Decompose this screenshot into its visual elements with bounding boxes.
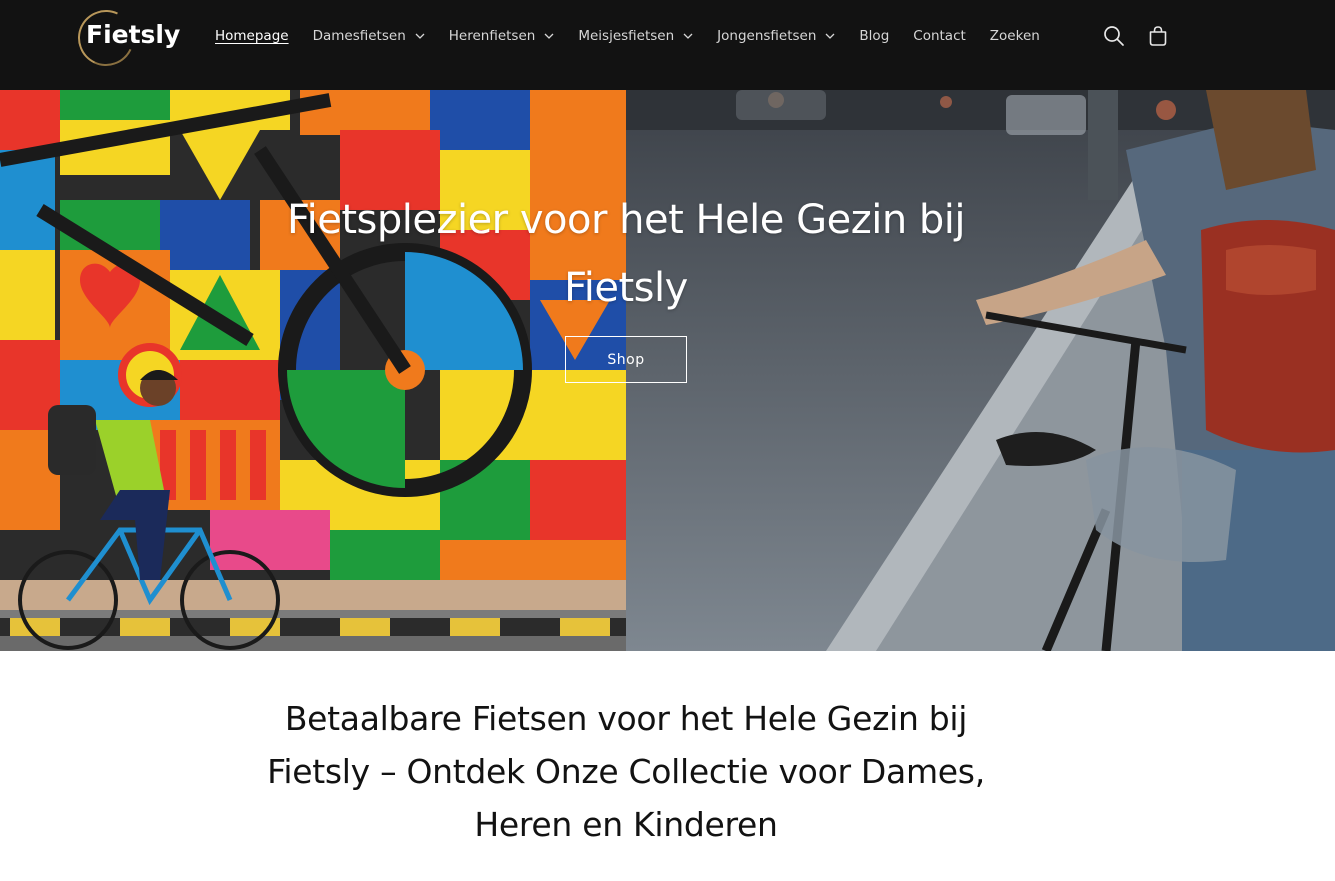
nav-item-damesfietsen[interactable]: Damesfietsen: [313, 28, 425, 44]
nav-label: Blog: [859, 28, 890, 44]
chevron-down-icon: [415, 33, 425, 39]
nav-item-blog[interactable]: Blog: [859, 28, 889, 44]
nav-label: Herenfietsen: [448, 28, 536, 44]
site-header: Fietsly Homepage Damesfietsen Herenfiets…: [0, 0, 1335, 90]
hero-image-mural-cyclist: [0, 90, 626, 651]
hero-title: Fietsplezier voor het Hele Gezin bij Fie…: [287, 197, 966, 311]
nav-item-jongensfietsen[interactable]: Jongensfietsen: [717, 28, 835, 44]
chevron-down-icon: [683, 33, 693, 39]
nav-label: Zoeken: [989, 28, 1040, 44]
fietsly-logo[interactable]: Fietsly: [70, 2, 180, 74]
hero-image-street-cyclist: [626, 90, 1335, 651]
nav-label: Homepage: [215, 28, 289, 44]
nav-item-contact[interactable]: Contact: [913, 28, 966, 44]
nav-item-homepage[interactable]: Homepage: [215, 28, 289, 44]
chevron-down-icon: [544, 33, 554, 39]
nav-label: Meisjesfietsen: [578, 28, 675, 44]
nav-label: Damesfietsen: [312, 28, 406, 44]
shop-button[interactable]: Shop: [565, 336, 687, 383]
logo-text: Fietsly: [86, 20, 181, 49]
nav-item-meisjesfietsen[interactable]: Meisjesfietsen: [578, 28, 693, 44]
nav-item-zoeken[interactable]: Zoeken: [990, 28, 1040, 44]
main-nav: Homepage Damesfietsen Herenfietsen Meisj…: [215, 24, 1064, 48]
intro-heading: Betaalbare Fietsen voor het Hele Gezin b…: [267, 699, 985, 844]
chevron-down-icon: [825, 33, 835, 39]
search-icon[interactable]: [1102, 24, 1126, 48]
nav-label: Jongensfietsen: [717, 28, 817, 44]
nav-item-herenfietsen[interactable]: Herenfietsen: [449, 28, 555, 44]
cart-icon[interactable]: [1146, 24, 1170, 48]
hero-banner: Fietsplezier voor het Hele Gezin bij Fie…: [0, 90, 1335, 651]
nav-label: Contact: [913, 28, 966, 44]
